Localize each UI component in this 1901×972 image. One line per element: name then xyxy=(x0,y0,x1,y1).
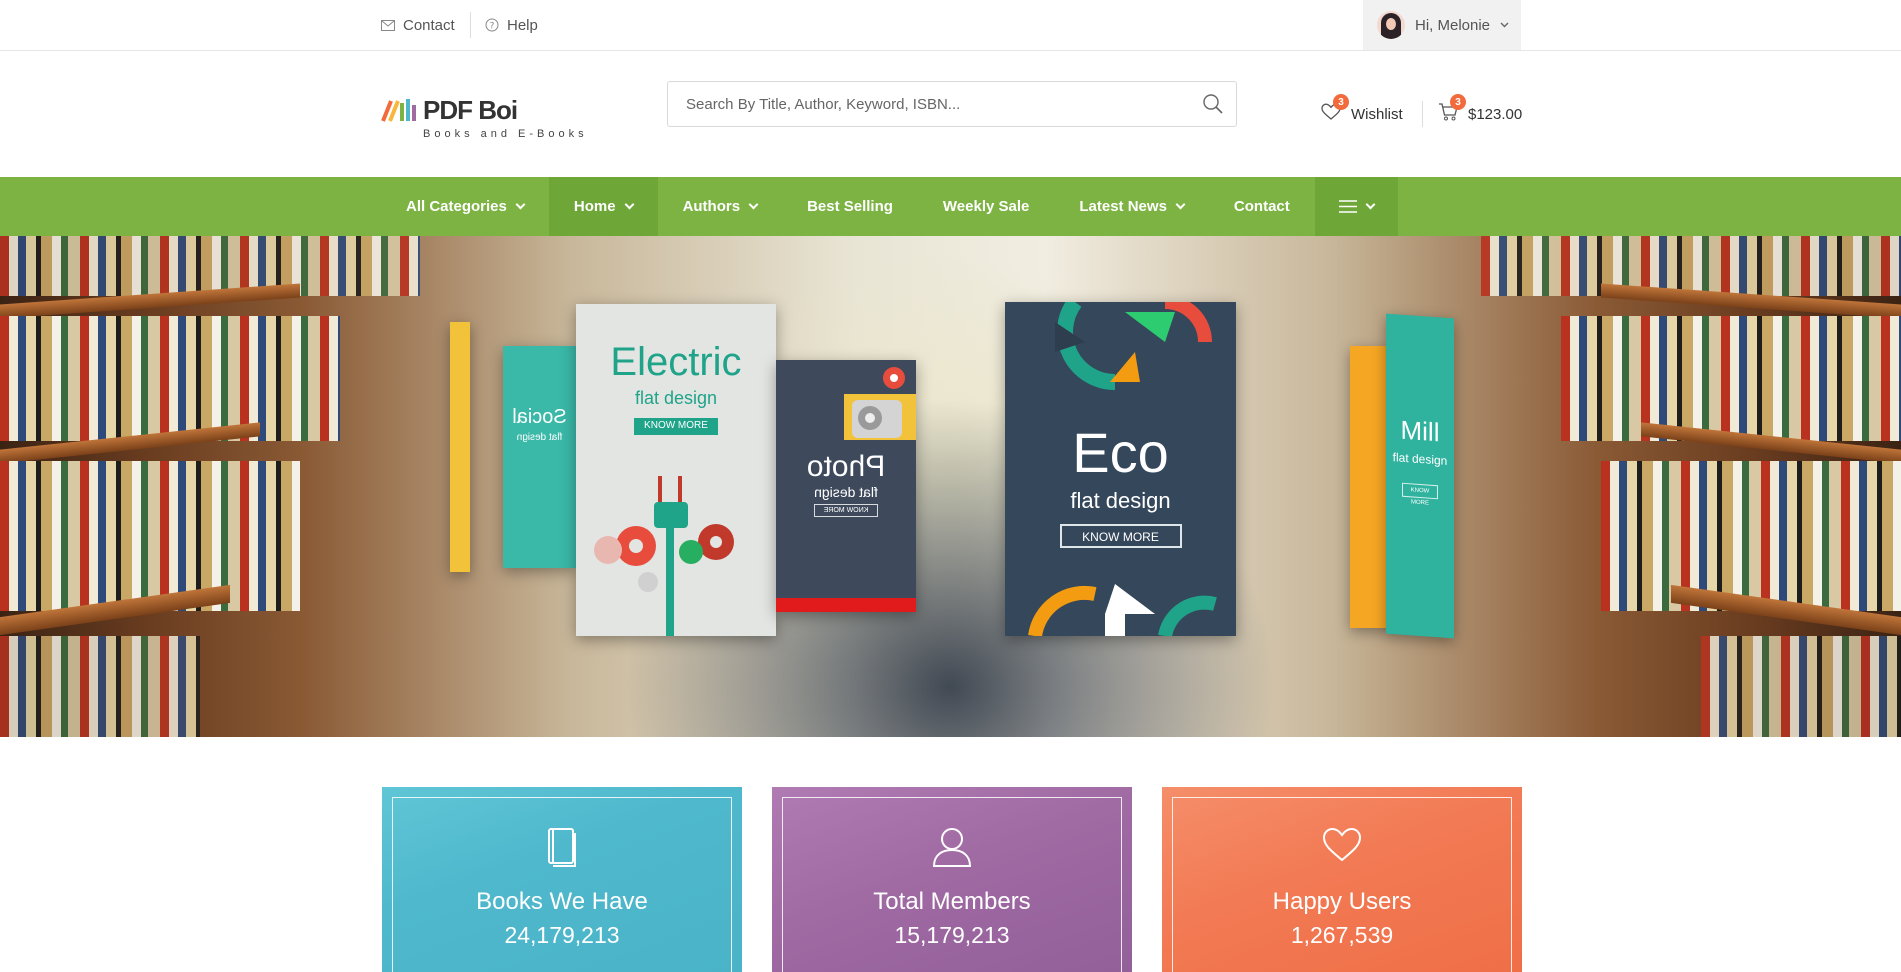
book-icon xyxy=(547,827,577,872)
cart-link[interactable]: 3 $123.00 xyxy=(1438,94,1523,125)
bookshelf-right-image xyxy=(1441,236,1901,737)
help-link[interactable]: ? Help xyxy=(485,0,538,50)
recycle-arrows-icon xyxy=(1055,302,1212,390)
divider xyxy=(1422,101,1423,127)
wishlist-label: Wishlist xyxy=(1351,105,1403,123)
search-input[interactable] xyxy=(686,82,1186,126)
nav-item-label: Best Selling xyxy=(807,198,893,215)
book-cover-orange[interactable] xyxy=(1350,346,1390,628)
stat-label: Total Members xyxy=(873,888,1031,915)
book-cover-social[interactable]: Social flat design xyxy=(503,346,576,568)
book-cover-electric[interactable]: Electric flat design KNOW MORE xyxy=(576,304,776,636)
user-icon xyxy=(932,827,972,872)
search-button[interactable] xyxy=(1202,93,1224,120)
avatar xyxy=(1377,11,1405,39)
book-cover-far-left[interactable] xyxy=(450,322,470,572)
cart-total: $123.00 xyxy=(1468,105,1523,123)
stat-label: Books We Have xyxy=(476,888,648,915)
hamburger-icon xyxy=(1338,200,1357,213)
cover-title: Photo xyxy=(806,450,886,483)
nav-more-menu[interactable] xyxy=(1314,177,1398,236)
cover-title: Electric xyxy=(610,340,742,384)
chevron-down-icon xyxy=(1175,199,1186,210)
nav-item-authors[interactable]: Authors xyxy=(658,177,783,236)
stat-value: 1,267,539 xyxy=(1290,922,1394,948)
plug-gears-icon xyxy=(594,476,734,636)
chevron-down-icon xyxy=(515,199,526,210)
cart-count-badge: 3 xyxy=(1450,94,1466,110)
user-greeting: Hi, Melonie xyxy=(1415,16,1491,34)
help-icon: ? xyxy=(485,18,499,32)
cover-know-more-button[interactable]: KNOW MORE xyxy=(1402,482,1438,507)
recycle-arrows-bottom-icon xyxy=(1028,584,1217,636)
chevron-down-icon xyxy=(1500,22,1509,28)
hero-banner: Social flat design Electric flat design … xyxy=(0,236,1901,737)
cover-subtitle: flat design xyxy=(634,388,718,408)
chevron-down-icon xyxy=(1365,199,1376,210)
cover-know-more-button[interactable]: KNOW MORE xyxy=(814,504,878,517)
svg-text:?: ? xyxy=(490,22,495,32)
contact-link[interactable]: Contact xyxy=(381,0,455,50)
cover-know-more-button[interactable]: KNOW MORE xyxy=(1059,524,1182,548)
nav-item-label: Authors xyxy=(682,198,741,215)
book-cover-photo[interactable]: Photo flat design KNOW MORE xyxy=(776,360,916,612)
nav-item-label: Latest News xyxy=(1079,198,1167,215)
stat-card-happy-users: Happy Users 1,267,539 xyxy=(1162,787,1522,972)
book-cover-mill[interactable]: Mill flat design KNOW MORE xyxy=(1386,313,1454,639)
nav-item-label: Weekly Sale xyxy=(942,198,1030,215)
nav-item-label: All Categories xyxy=(406,198,507,215)
chevron-down-icon xyxy=(748,199,759,210)
stat-value: 15,179,213 xyxy=(894,922,1010,948)
chevron-down-icon xyxy=(624,199,635,210)
nav-item-label: Home xyxy=(573,198,616,215)
help-label: Help xyxy=(507,16,538,34)
user-menu[interactable]: Hi, Melonie xyxy=(1363,0,1521,50)
site-logo[interactable]: PDF Boi Books and E-Books xyxy=(381,91,591,141)
bookshelf-left-image xyxy=(0,236,460,737)
divider xyxy=(470,12,471,38)
top-bar: Contact ? Help Hi, Melonie xyxy=(0,0,1901,51)
nav-item-weekly-sale[interactable]: Weekly Sale xyxy=(918,177,1054,236)
search-bar xyxy=(667,81,1237,127)
stat-card-books: Books We Have 24,179,213 xyxy=(382,787,742,972)
mail-icon xyxy=(381,19,395,31)
wishlist-icon-wrap: 3 xyxy=(1321,94,1349,125)
nav-item-all-categories[interactable]: All Categories xyxy=(381,177,549,236)
cover-title: Mill xyxy=(1400,414,1440,448)
logo-name: PDF Boi xyxy=(423,95,518,125)
cart-icon-wrap: 3 xyxy=(1438,94,1466,125)
cover-title: Eco xyxy=(1072,421,1169,484)
nav-item-contact[interactable]: Contact xyxy=(1209,177,1315,236)
nav-item-home[interactable]: Home xyxy=(548,177,658,236)
contact-label: Contact xyxy=(403,16,455,34)
stat-card-members: Total Members 15,179,213 xyxy=(772,787,1132,972)
camera-icon xyxy=(844,367,916,440)
wishlist-link[interactable]: 3 Wishlist xyxy=(1321,94,1403,125)
nav-item-label: Contact xyxy=(1233,198,1290,215)
nav-item-best-selling[interactable]: Best Selling xyxy=(782,177,918,236)
cover-title: Social xyxy=(512,406,567,428)
heart-icon xyxy=(1322,827,1362,868)
cover-subtitle: flat design xyxy=(1392,450,1448,468)
search-icon xyxy=(1203,94,1223,114)
stat-label: Happy Users xyxy=(1272,888,1412,915)
wishlist-count-badge: 3 xyxy=(1333,94,1349,110)
cover-know-more-button[interactable]: KNOW MORE xyxy=(634,418,718,435)
logo-mark-icon xyxy=(381,99,416,122)
stat-value: 24,179,213 xyxy=(504,922,620,948)
cover-subtitle: flat design xyxy=(516,432,563,443)
logo-tagline: Books and E-Books xyxy=(423,128,588,140)
main-nav: All Categories Home Authors Best Selling Wee… xyxy=(0,177,1901,236)
book-cover-eco[interactable]: Eco flat design KNOW MORE xyxy=(1005,302,1236,636)
cover-subtitle: flat design xyxy=(814,484,878,500)
nav-item-latest-news[interactable]: Latest News xyxy=(1054,177,1209,236)
cover-subtitle: flat design xyxy=(1070,488,1171,513)
